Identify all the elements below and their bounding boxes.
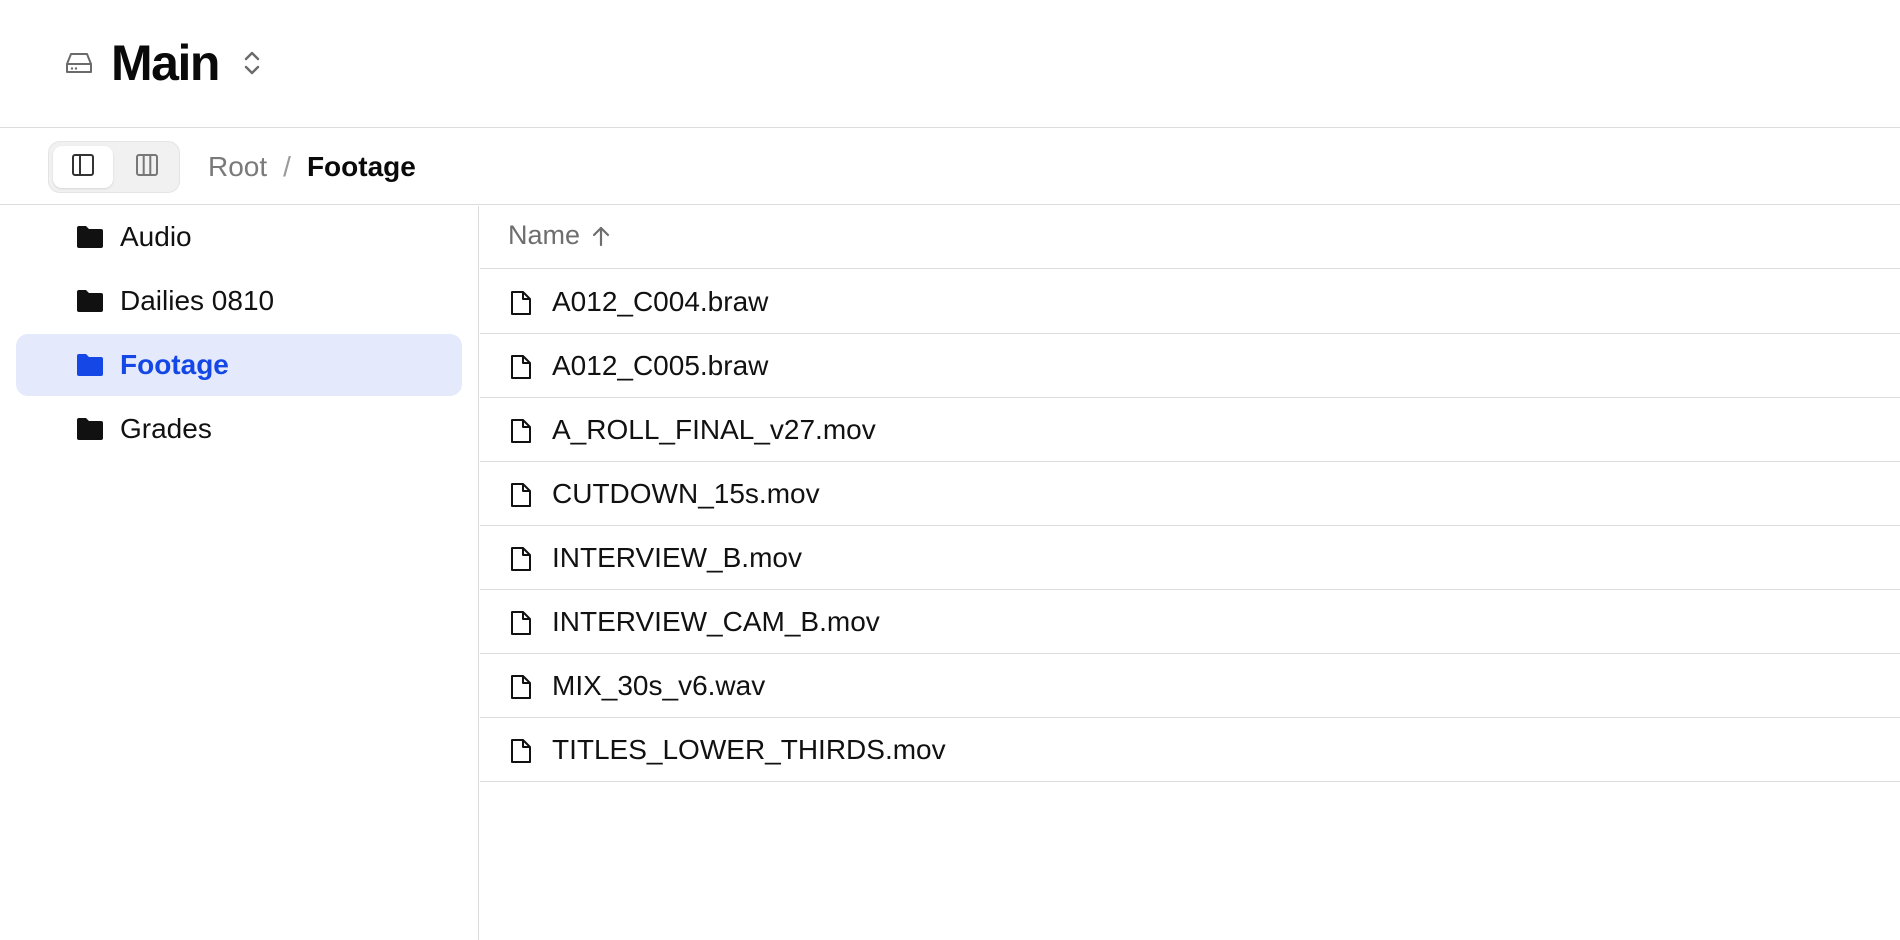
file-row[interactable]: CUTDOWN_15s.mov	[480, 462, 1900, 526]
folder-icon	[76, 417, 104, 441]
file-row[interactable]: INTERVIEW_CAM_B.mov	[480, 590, 1900, 654]
file-row[interactable]: A012_C004.braw	[480, 270, 1900, 334]
sidebar-item-label: Dailies 0810	[120, 285, 275, 316]
file-icon	[510, 738, 532, 764]
columns-view-button[interactable]	[117, 146, 177, 188]
sidebar-item-grades[interactable]: Grades	[16, 398, 462, 460]
file-icon	[510, 354, 532, 380]
sidebar-item-dailies-0810[interactable]: Dailies 0810	[16, 270, 462, 332]
file-row[interactable]: INTERVIEW_B.mov	[480, 526, 1900, 590]
sidebar-item-audio[interactable]: Audio	[16, 206, 462, 268]
file-name: INTERVIEW_CAM_B.mov	[552, 606, 880, 637]
file-row[interactable]: A_ROLL_FINAL_v27.mov	[480, 398, 1900, 462]
hard-drive-icon	[64, 50, 94, 76]
file-row[interactable]: MIX_30s_v6.wav	[480, 654, 1900, 718]
columns-view-icon	[134, 152, 160, 183]
file-name: A_ROLL_FINAL_v27.mov	[552, 414, 876, 445]
file-row[interactable]: TITLES_LOWER_THIRDS.mov	[480, 718, 1900, 782]
file-name: MIX_30s_v6.wav	[552, 670, 766, 701]
file-row[interactable]: A012_C005.braw	[480, 334, 1900, 398]
file-icon	[510, 610, 532, 636]
file-name: CUTDOWN_15s.mov	[552, 478, 820, 509]
file-icon	[510, 674, 532, 700]
sidebar-item-label: Audio	[120, 221, 192, 252]
file-name: INTERVIEW_B.mov	[552, 542, 802, 573]
name-column-header[interactable]: Name	[508, 220, 612, 251]
breadcrumb-current: Footage	[306, 151, 416, 182]
file-name: TITLES_LOWER_THIRDS.mov	[552, 734, 946, 765]
header: Main	[0, 0, 1900, 128]
breadcrumb-separator: /	[283, 151, 291, 182]
file-list: Name A012_C004.braw A012_C005.braw A_ROL…	[480, 206, 1900, 940]
list-header: Name	[480, 206, 1900, 269]
sidebar-view-button[interactable]	[53, 146, 113, 188]
file-name: A012_C005.braw	[552, 350, 769, 381]
sidebar-item-label: Grades	[120, 413, 212, 444]
file-icon	[510, 482, 532, 508]
file-icon	[510, 546, 532, 572]
sidebar: Audio Dailies 0810 Footage Grades	[0, 206, 479, 940]
page-title: Main	[111, 35, 220, 91]
sidebar-view-icon	[70, 152, 96, 183]
folder-icon	[76, 225, 104, 249]
file-icon	[510, 290, 532, 316]
breadcrumb-root[interactable]: Root	[208, 149, 267, 185]
toolbar: Root / Footage	[0, 129, 1900, 205]
chevron-up-down-icon[interactable]	[240, 47, 264, 79]
view-mode-toggle	[48, 141, 180, 193]
folder-icon	[76, 353, 104, 377]
folder-icon	[76, 289, 104, 313]
file-name: A012_C004.braw	[552, 286, 769, 317]
name-column-label: Name	[508, 220, 581, 250]
file-browser-app: Main Root / Footage Audio Dailies 0810 F…	[0, 0, 1900, 940]
breadcrumb: Root / Footage	[208, 149, 416, 185]
sidebar-item-footage[interactable]: Footage	[16, 334, 462, 396]
file-icon	[510, 418, 532, 444]
arrow-up-icon	[590, 224, 612, 248]
sidebar-item-label: Footage	[120, 349, 229, 380]
